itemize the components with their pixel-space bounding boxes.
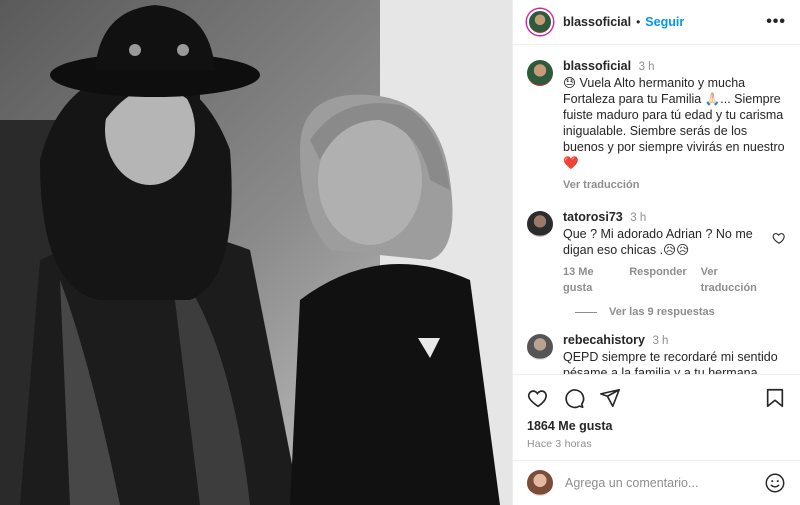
view-replies-button[interactable]: Ver las 9 respuestas: [575, 306, 786, 318]
comments-list[interactable]: blassoficial 3 h 😓 Vuela Alto hermanito …: [513, 46, 800, 374]
comment-time: 3 h: [630, 212, 647, 224]
follow-button[interactable]: Seguir: [645, 15, 684, 29]
comment-input[interactable]: [565, 476, 764, 490]
header-username[interactable]: blassoficial: [563, 15, 631, 29]
avatar[interactable]: [527, 9, 553, 35]
translate-link[interactable]: Ver traducción: [701, 264, 764, 296]
comment-username[interactable]: tatorosi73: [563, 210, 623, 224]
avatar[interactable]: [527, 334, 553, 360]
view-replies-label: Ver las 9 respuestas: [609, 306, 715, 318]
post-image: [0, 0, 512, 505]
reply-button[interactable]: Responder: [629, 264, 686, 296]
like-comment-icon[interactable]: [772, 231, 786, 245]
post-side-panel: blassoficial • Seguir ••• blassoficial 3…: [512, 0, 800, 505]
post-actions: 1864 Me gusta Hace 3 horas: [513, 374, 800, 460]
like-icon[interactable]: [527, 387, 549, 409]
post-time: Hace 3 horas: [527, 438, 592, 450]
avatar: [527, 470, 553, 496]
comment-text: QEPD siempre te recordaré mi sentido pés…: [563, 350, 778, 374]
add-comment-bar: [513, 460, 800, 505]
save-icon[interactable]: [764, 387, 786, 409]
comment-item: rebecahistory 3 h QEPD siempre te record…: [527, 332, 786, 374]
emoji-icon[interactable]: [764, 472, 786, 494]
comment-time: 3 h: [652, 335, 669, 347]
comment-username[interactable]: blassoficial: [563, 59, 631, 73]
comment-likes[interactable]: 13 Me gusta: [563, 264, 615, 296]
comment-item: tatorosi73 3 h Que ? Mi adorado Adrian ?…: [527, 209, 786, 296]
avatar[interactable]: [527, 60, 553, 86]
more-options-icon[interactable]: •••: [766, 13, 786, 31]
comment-username[interactable]: rebecahistory: [563, 333, 645, 347]
translate-link[interactable]: Ver traducción: [563, 177, 639, 193]
caption-comment: blassoficial 3 h 😓 Vuela Alto hermanito …: [527, 58, 786, 193]
post-viewer: blassoficial • Seguir ••• blassoficial 3…: [0, 0, 800, 505]
likes-count[interactable]: 1864 Me gusta: [527, 419, 786, 433]
comment-text: Que ? Mi adorado Adrian ? No me digan es…: [563, 227, 753, 257]
comment-icon[interactable]: [563, 387, 585, 409]
comment-text: 😓 Vuela Alto hermanito y mucha Fortaleza…: [563, 76, 785, 170]
separator-dot: •: [636, 15, 641, 29]
post-photo[interactable]: [0, 0, 512, 505]
post-header: blassoficial • Seguir •••: [513, 0, 800, 45]
avatar[interactable]: [527, 211, 553, 237]
comment-time: 3 h: [638, 61, 655, 73]
share-icon[interactable]: [599, 387, 621, 409]
replies-line: [575, 311, 597, 313]
